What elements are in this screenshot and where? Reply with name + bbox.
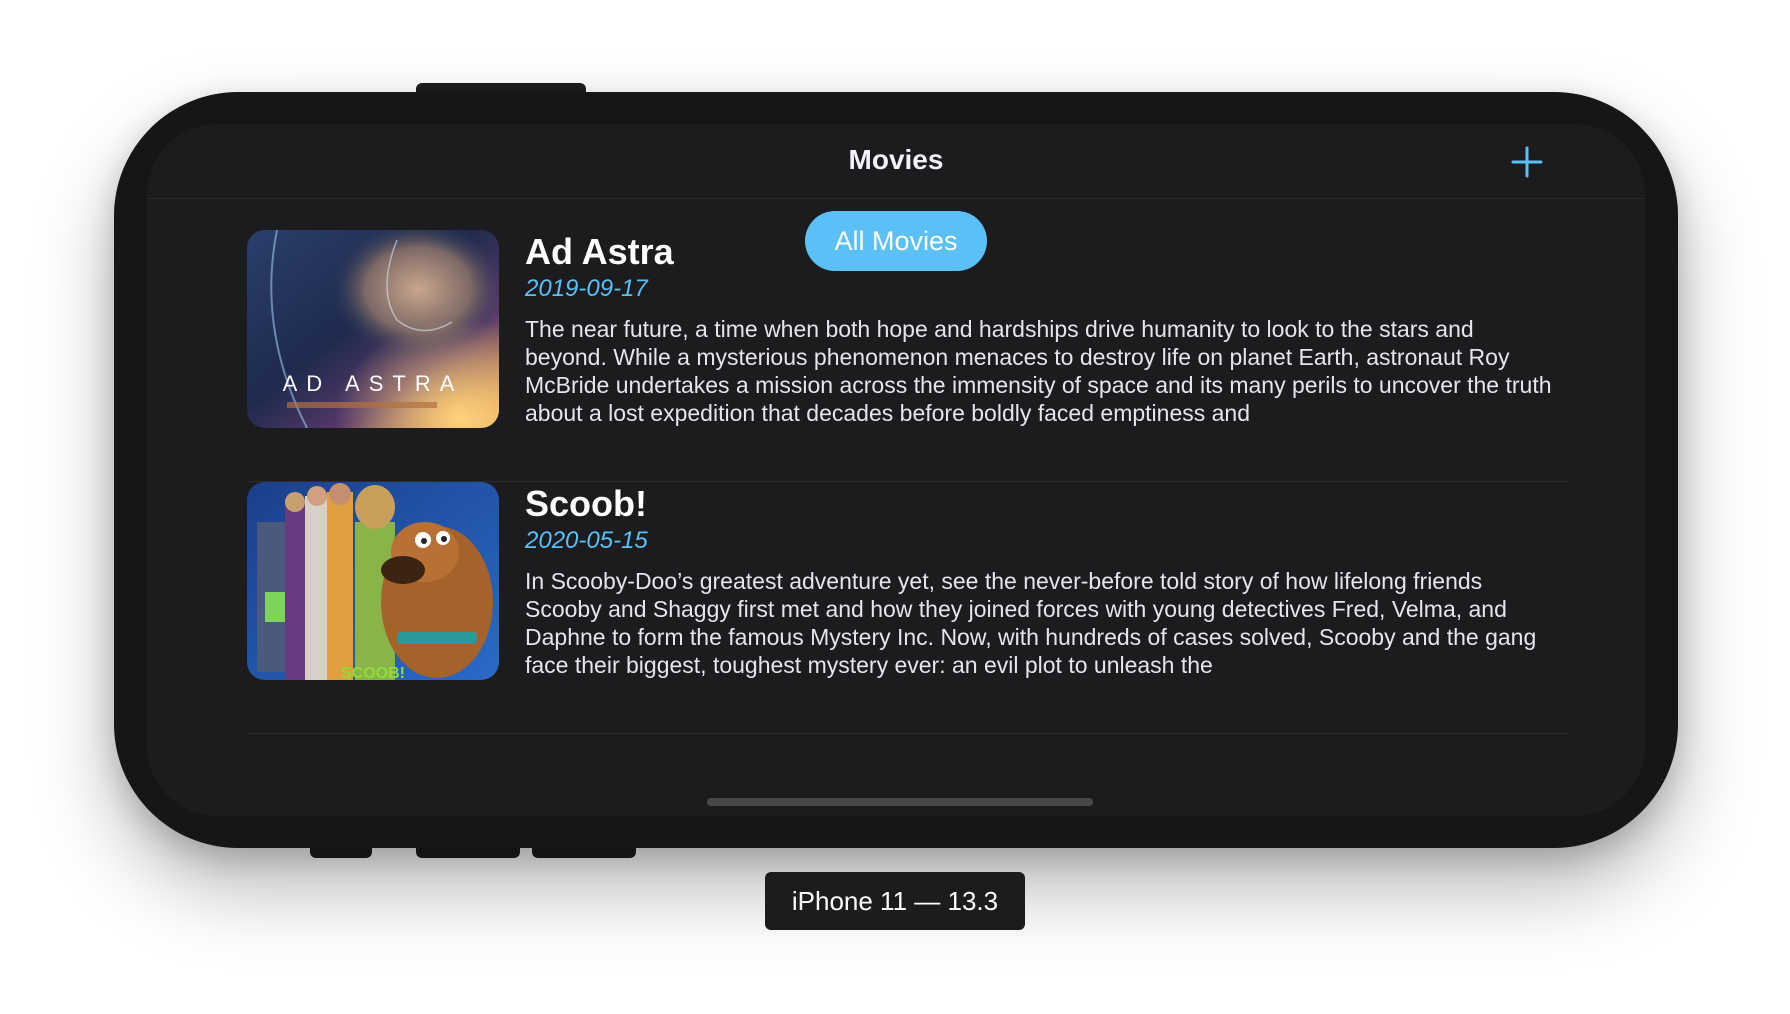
scoob-poster: SCOOB! — [247, 482, 499, 680]
simulator-stage: Movies All Movies AD ASTRA Ad Astra 2019… — [0, 0, 1790, 1014]
page-title: Movies — [848, 144, 944, 175]
all-movies-filter-button[interactable]: All Movies — [805, 211, 987, 271]
svg-text:SCOOB!: SCOOB! — [341, 665, 405, 680]
movie-info: Ad Astra 2019-09-17 The near future, a t… — [525, 230, 1555, 427]
device-label: iPhone 11 — 13.3 — [765, 872, 1025, 930]
movie-description: In Scooby-Doo’s greatest adventure yet, … — [525, 568, 1537, 678]
movie-row-scoob[interactable]: SCOOB! Scoob! 2020-05-15 In Scooby-Doo’s… — [247, 482, 1569, 734]
movie-title: Ad Astra — [525, 231, 674, 272]
movie-description: The near future, a time when both hope a… — [525, 316, 1552, 426]
navigation-bar: Movies — [147, 124, 1645, 199]
movie-list: AD ASTRA Ad Astra 2019-09-17 The near fu… — [247, 230, 1569, 734]
movie-release-date: 2019-09-17 — [525, 275, 648, 302]
movie-title: Scoob! — [525, 483, 647, 524]
svg-text:AD ASTRA: AD ASTRA — [283, 371, 464, 396]
movie-release-date: 2020-05-15 — [525, 527, 648, 554]
ad-astra-poster: AD ASTRA — [247, 230, 499, 428]
home-indicator[interactable] — [707, 798, 1093, 806]
movie-info: Scoob! 2020-05-15 In Scooby-Doo’s greate… — [525, 482, 1555, 679]
plus-icon — [1511, 146, 1543, 178]
device-screen: Movies All Movies AD ASTRA Ad Astra 2019… — [147, 124, 1645, 816]
add-movie-button[interactable] — [1509, 144, 1545, 180]
